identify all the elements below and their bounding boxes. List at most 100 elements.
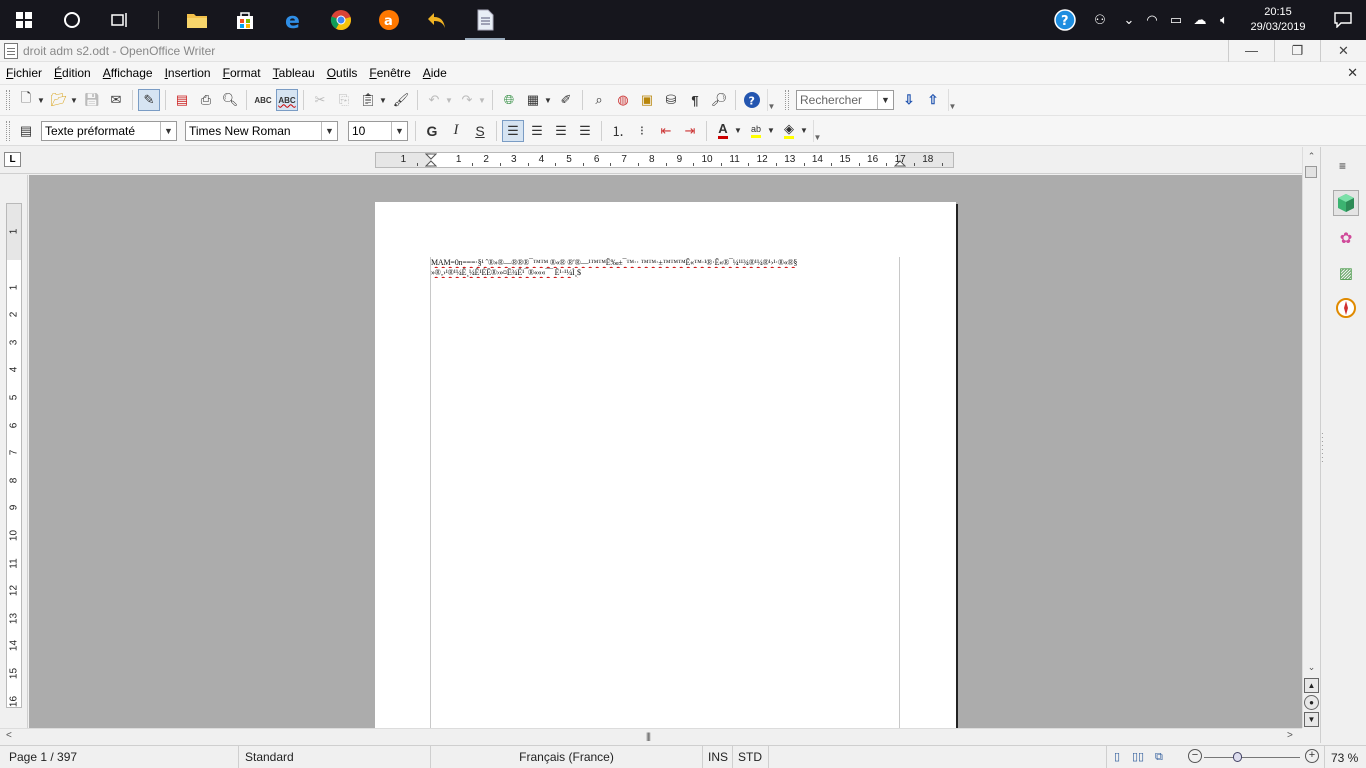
scroll-left-button[interactable]: < bbox=[6, 730, 12, 741]
background-color-button[interactable]: ◈ bbox=[778, 120, 800, 142]
formatting-marks-button[interactable]: ¶ bbox=[684, 89, 706, 111]
background-color-dropdown-button[interactable]: ▼ bbox=[799, 120, 809, 142]
redo-dropdown-button[interactable]: ▼ bbox=[477, 89, 487, 111]
draw-functions-button[interactable]: ✐ bbox=[555, 89, 577, 111]
status-selection-mode[interactable]: STD bbox=[733, 745, 769, 768]
minimize-button[interactable]: — bbox=[1228, 39, 1274, 62]
help-tray-button[interactable]: ? bbox=[1048, 0, 1082, 40]
taskbar-store[interactable] bbox=[221, 0, 269, 40]
redo-button[interactable]: ↷ bbox=[456, 89, 478, 111]
scrollbar-thumb-grip[interactable]: ||| bbox=[646, 731, 651, 741]
styles-formatting-button[interactable]: ▤ bbox=[15, 120, 37, 142]
export-pdf-button[interactable]: ▤ bbox=[171, 89, 193, 111]
toolbar-grip[interactable] bbox=[6, 90, 10, 110]
justify-button[interactable]: ☰ bbox=[574, 120, 596, 142]
find-next-button[interactable]: ⇩ bbox=[898, 89, 920, 111]
data-sources-button[interactable]: ⛁ bbox=[660, 89, 682, 111]
volume-tray-button[interactable]: 🔈︎ bbox=[1212, 0, 1236, 40]
sidebar-resize-grip[interactable]: · · · · · · · · bbox=[1321, 430, 1324, 466]
close-window-button[interactable]: ✕ bbox=[1320, 39, 1366, 62]
toolbar-overflow-button[interactable]: ▼ bbox=[813, 119, 821, 142]
new-dropdown-button[interactable]: ▼ bbox=[36, 89, 46, 111]
sidebar-menu-button[interactable]: ≡ bbox=[1339, 159, 1346, 173]
menu-aide[interactable]: Aide bbox=[423, 66, 447, 80]
status-page-count[interactable]: Page 1 / 397 bbox=[0, 745, 239, 768]
copy-button[interactable]: ⎘ bbox=[333, 89, 355, 111]
align-right-button[interactable]: ☰ bbox=[550, 120, 572, 142]
undo-dropdown-button[interactable]: ▼ bbox=[444, 89, 454, 111]
next-page-button[interactable]: ▼ bbox=[1304, 712, 1319, 727]
open-dropdown-button[interactable]: ▼ bbox=[69, 89, 79, 111]
menu-fenetre[interactable]: Fenêtre bbox=[369, 66, 410, 80]
zoom-slider[interactable] bbox=[1204, 757, 1300, 758]
font-color-dropdown-button[interactable]: ▼ bbox=[733, 120, 743, 142]
cortana-button[interactable] bbox=[48, 0, 96, 40]
spellcheck-button[interactable]: ABC bbox=[252, 89, 274, 111]
zoom-in-button[interactable]: + bbox=[1305, 749, 1319, 763]
single-page-view-icon[interactable]: ▯ bbox=[1114, 751, 1126, 763]
menu-tableau[interactable]: Tableau bbox=[273, 66, 315, 80]
toolbar-overflow-button[interactable]: ▼ bbox=[948, 89, 956, 111]
tray-overflow-button[interactable]: ⌄ bbox=[1118, 0, 1140, 40]
decrease-indent-button[interactable]: ⇤ bbox=[655, 120, 677, 142]
auto-spellcheck-button[interactable]: ABC bbox=[276, 89, 298, 111]
font-color-button[interactable]: A bbox=[712, 120, 734, 142]
toolbar-grip[interactable] bbox=[6, 120, 10, 141]
close-document-button[interactable]: ✕ bbox=[1347, 65, 1358, 81]
scroll-right-button[interactable]: > bbox=[1287, 730, 1293, 741]
scroll-up-button[interactable]: ⌃ bbox=[1304, 149, 1319, 164]
multi-page-view-icon[interactable]: ▯▯ bbox=[1132, 751, 1144, 763]
font-size-combobox[interactable]: 10 ▼ bbox=[348, 120, 408, 141]
paste-dropdown-button[interactable]: ▼ bbox=[378, 89, 388, 111]
hyperlink-button[interactable]: 🌐︎ bbox=[498, 89, 520, 111]
vertical-scrollbar[interactable]: ⌃ ⌄ ▲ ● ▼ bbox=[1302, 147, 1319, 728]
horizontal-ruler[interactable]: 1 1 2 3 4 5 6 7 8 9 10 11 12 13 14 15 16 17 18 bbox=[375, 152, 954, 168]
action-center-button[interactable] bbox=[1320, 0, 1366, 40]
document-page[interactable]: MAM=0n===·§¹ ˆ®»®—®®®¯™™ ®«® ®ʹ®—¹™™Ê‰±¯… bbox=[375, 202, 956, 728]
toolbar-grip[interactable] bbox=[785, 90, 789, 110]
menu-fichier[interactable]: Fichier bbox=[6, 66, 42, 80]
cut-button[interactable]: ✂ bbox=[309, 89, 331, 111]
zoom-percentage[interactable]: 73 % bbox=[1324, 746, 1358, 768]
highlighting-dropdown-button[interactable]: ▼ bbox=[766, 120, 776, 142]
table-dropdown-button[interactable]: ▼ bbox=[543, 89, 553, 111]
new-document-button[interactable]: 🗋︎ bbox=[15, 89, 37, 111]
sidebar-styles-button[interactable]: ✿ bbox=[1333, 225, 1359, 251]
menu-insertion[interactable]: Insertion bbox=[165, 66, 211, 80]
table-button[interactable]: ▦ bbox=[522, 89, 544, 111]
email-document-button[interactable]: ✉ bbox=[105, 89, 127, 111]
restore-button[interactable]: ❐ bbox=[1274, 39, 1320, 62]
bullets-button[interactable]: ⁝ bbox=[631, 120, 653, 142]
navigator-button[interactable]: ◍ bbox=[612, 89, 634, 111]
taskbar-edge[interactable]: e bbox=[269, 0, 317, 40]
horizontal-scrollbar[interactable]: < ||| > bbox=[0, 728, 1302, 745]
menu-format[interactable]: Format bbox=[223, 66, 261, 80]
save-button[interactable]: 💾︎ bbox=[81, 89, 103, 111]
bold-button[interactable]: G bbox=[421, 120, 443, 142]
book-view-icon[interactable]: ⧉ bbox=[1155, 751, 1167, 763]
search-combobox[interactable]: Rechercher ▼ bbox=[796, 90, 894, 110]
taskbar-avast[interactable]: a bbox=[365, 0, 413, 40]
battery-tray-button[interactable]: ▭ bbox=[1164, 0, 1188, 40]
status-page-style[interactable]: Standard bbox=[239, 745, 431, 768]
taskbar-undo-app[interactable] bbox=[413, 0, 461, 40]
status-insert-mode[interactable]: INS bbox=[703, 745, 733, 768]
align-left-button[interactable]: ☰ bbox=[502, 119, 524, 142]
edit-file-button[interactable]: ✎ bbox=[138, 89, 160, 111]
help-button[interactable]: ? bbox=[741, 89, 763, 111]
taskbar-openoffice-writer[interactable] bbox=[461, 0, 509, 40]
zoom-button[interactable]: 🔎︎ bbox=[708, 89, 730, 111]
gallery-button[interactable]: ▣ bbox=[636, 89, 658, 111]
vertical-ruler[interactable]: 1 1 2 3 4 5 6 7 8 9 10 11 12 13 14 15 16 bbox=[6, 203, 22, 708]
paste-button[interactable]: 📋︎ bbox=[357, 89, 379, 111]
numbering-button[interactable]: ⒈ bbox=[607, 120, 629, 142]
italic-button[interactable]: I bbox=[445, 120, 467, 142]
zoom-slider-knob[interactable] bbox=[1233, 752, 1242, 762]
zoom-out-button[interactable]: − bbox=[1188, 749, 1202, 763]
start-button[interactable] bbox=[0, 0, 48, 40]
find-previous-button[interactable]: ⇧ bbox=[922, 89, 944, 111]
tab-type-selector[interactable]: L bbox=[4, 152, 21, 167]
sidebar-gallery-button[interactable]: ▨ bbox=[1333, 260, 1359, 286]
menu-edition[interactable]: Édition bbox=[54, 66, 91, 80]
wifi-tray-button[interactable]: ◠ bbox=[1140, 0, 1164, 40]
